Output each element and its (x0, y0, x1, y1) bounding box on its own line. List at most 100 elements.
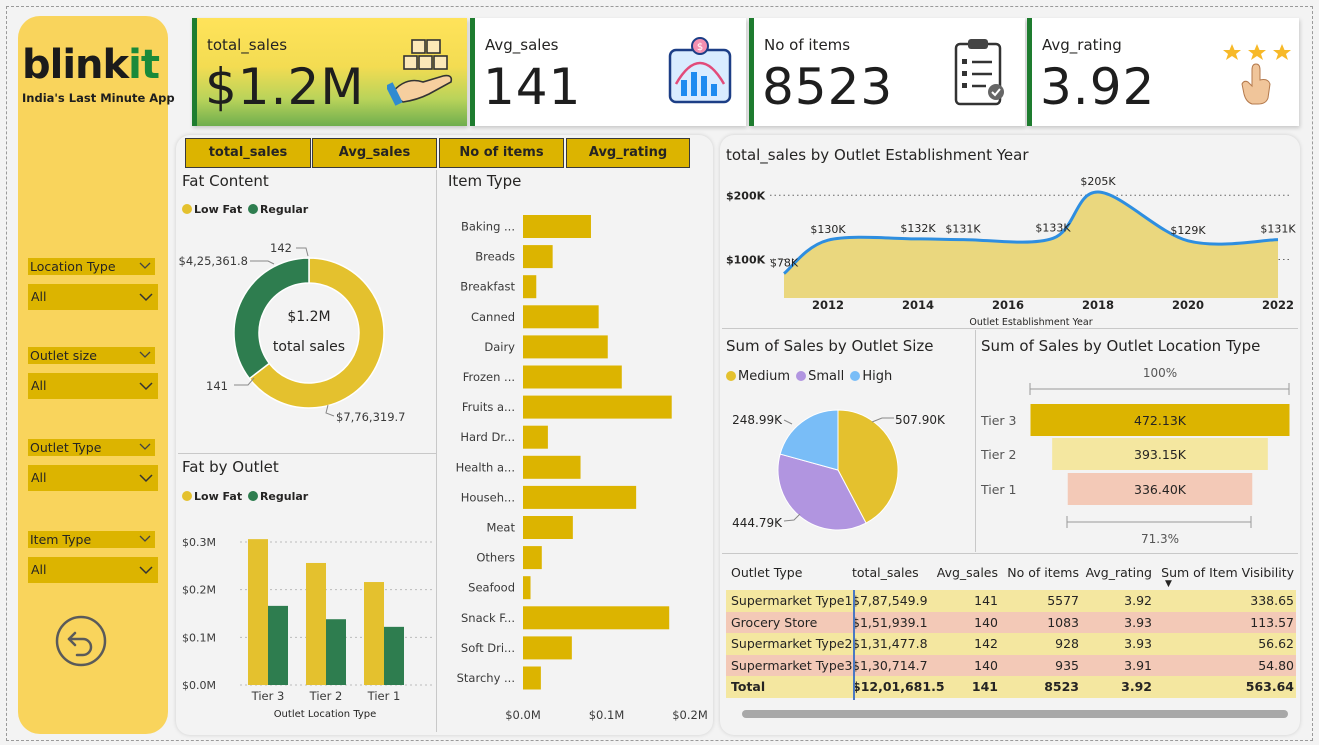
tab-total-sales[interactable]: total_sales (185, 138, 311, 168)
column-separator (853, 590, 855, 700)
legend-dot-regular (247, 491, 258, 501)
table-cell: 140 (974, 657, 998, 673)
legend-dot-small (796, 371, 807, 381)
bar-item-type (523, 516, 573, 539)
data-label: $78K (770, 257, 799, 270)
funnel-category-label: Tier 3 (980, 413, 1016, 428)
chevron-down-icon (139, 474, 153, 483)
blinkit-logo: blinkit (22, 42, 160, 88)
table-cell: 1083 (1047, 614, 1079, 630)
y-tick-label: Snack F... (461, 611, 515, 625)
table-cell: $1,30,714.7 (852, 657, 928, 673)
x-tick-label: Tier 3 (251, 689, 285, 703)
y-tick-label: $200K (726, 189, 766, 202)
kpi-value: $1.2M (205, 58, 365, 116)
panel-divider (436, 170, 437, 732)
fat-by-outlet-legend: Low Fat Regular (182, 490, 308, 503)
column-header[interactable]: No of items (1004, 565, 1079, 580)
bar-item-type (523, 666, 541, 690)
bar-item-type (523, 485, 637, 509)
column-header[interactable]: Outlet Type (731, 565, 849, 580)
y-tick-label: Soft Dri... (461, 641, 515, 655)
table-cell: Supermarket Type2 (731, 636, 853, 651)
x-tick-label: 2018 (1082, 298, 1114, 312)
bar-item-type (523, 245, 553, 269)
funnel-value-label: 472.13K (1134, 413, 1187, 428)
pie-label-medium: 507.90K (895, 413, 946, 427)
y-tick-label: Dairy (484, 340, 515, 354)
bar-item-type (523, 395, 672, 419)
back-button[interactable] (55, 615, 107, 667)
table-cell: 563.64 (1245, 679, 1294, 694)
chevron-down-icon (139, 443, 151, 450)
bar-regular-tier-1 (384, 626, 404, 685)
chevron-down-icon (139, 262, 151, 269)
kpi-label: Avg_sales (485, 36, 559, 54)
column-header[interactable]: Sum of Item Visibility (1160, 565, 1294, 580)
y-tick-label: Hard Dr... (460, 430, 515, 444)
data-label: $131K (945, 223, 981, 236)
legend-dot-low-fat (182, 491, 192, 501)
column-header[interactable]: Avg_rating (1084, 565, 1152, 580)
table-cell: 338.65 (1250, 593, 1294, 608)
bar-regular-tier-2 (326, 619, 346, 685)
donut-label-regular-count: 142 (270, 241, 292, 255)
bar-item-type (523, 606, 670, 630)
y-tick-label: Health a... (456, 460, 515, 474)
y-tick-label: Breads (475, 250, 515, 264)
establishment-area-chart: $200K $100K $78K $130K $132K $131K $133K $205K… (726, 175, 1296, 328)
tab-no-of-items[interactable]: No of items (439, 138, 564, 168)
tab-avg-rating[interactable]: Avg_rating (566, 138, 690, 168)
table-cell: 3.92 (1121, 679, 1152, 694)
data-label: $205K (1080, 175, 1116, 188)
kpi-card-total-sales: total_sales $1.2M (192, 18, 467, 126)
slicer-dropdown[interactable]: All (28, 557, 158, 583)
fat-content-title: Fat Content (182, 172, 269, 190)
y-tick-label: Seafood (468, 581, 515, 595)
chart-monitor-icon: $ (668, 37, 732, 104)
x-tick-label: 2022 (1262, 298, 1294, 312)
item-type-chart: Baking ... Breads Breakfast Canned Dairy Froz… (456, 215, 708, 722)
sort-desc-icon[interactable]: ▼ (1165, 579, 1172, 589)
funnel-category-label: Tier 1 (980, 482, 1016, 497)
slicer-dropdown[interactable]: All (28, 284, 158, 310)
donut-label-low-value: $7,76,319.7 (336, 410, 406, 424)
table-cell: 8523 (1044, 679, 1079, 694)
y-tick-label: $100K (726, 253, 766, 266)
panel-divider (178, 453, 436, 454)
panel-divider (722, 328, 1298, 329)
x-tick-label: 2020 (1172, 298, 1204, 312)
kpi-card-items: No of items 8523 (749, 18, 1025, 126)
table-cell: 56.62 (1258, 636, 1294, 651)
tab-avg-sales[interactable]: Avg_sales (312, 138, 437, 168)
establishment-title: total_sales by Outlet Establishment Year (726, 146, 1029, 164)
svg-text:$: $ (697, 42, 703, 53)
x-tick-label: $0.2M (672, 708, 708, 722)
slicer-dropdown[interactable]: All (28, 373, 158, 399)
outlet-size-pie: 248.99K 507.90K 444.79K (732, 409, 946, 531)
data-label: $129K (1170, 224, 1206, 237)
column-header[interactable]: total_sales (852, 565, 930, 580)
funnel-category-label: Tier 2 (980, 447, 1016, 462)
table-scrollbar[interactable] (742, 710, 1288, 718)
location-type-title: Sum of Sales by Outlet Location Type (981, 337, 1261, 355)
slicer-dropdown[interactable]: All (28, 465, 158, 491)
table-cell: 141 (974, 593, 998, 608)
bar-item-type (523, 335, 608, 359)
column-header[interactable]: Avg_sales (932, 565, 998, 580)
tagline: India's Last Minute App (22, 91, 175, 105)
y-tick-label: Househ... (461, 490, 515, 504)
table-cell: 3.93 (1124, 636, 1152, 651)
outlet-size-title: Sum of Sales by Outlet Size (726, 337, 934, 355)
y-tick-label: Meat (486, 521, 515, 535)
fat-by-outlet-title: Fat by Outlet (182, 458, 279, 476)
table-row: Supermarket Type1 $7,87,549.9 141 5577 3.92 3… (726, 590, 1296, 612)
kpi-label: Avg_rating (1042, 36, 1122, 54)
clipboard-checklist-icon (954, 39, 1004, 106)
legend-dot-high (850, 371, 861, 381)
chevron-down-icon (139, 293, 153, 302)
y-tick-label: Frozen ... (463, 370, 515, 384)
x-tick-label: 2016 (992, 298, 1024, 312)
fat-content-donut: $1.2M total sales 142 $4,25,361.8 141 $7… (179, 241, 406, 424)
location-type-funnel: 100% Tier 3 472.13K Tier 2 393.15K Tier 1 336… (980, 366, 1290, 546)
